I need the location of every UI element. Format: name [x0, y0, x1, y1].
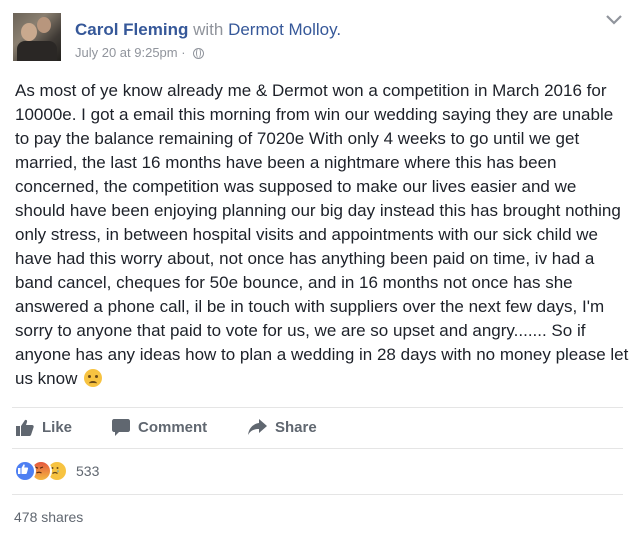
chevron-down-icon[interactable]: [605, 14, 623, 26]
comment-label: Comment: [138, 418, 208, 436]
post-card: Carol Fleming with Dermot Molloy. July 2…: [0, 0, 635, 534]
divider-middle: [12, 448, 623, 449]
sad-emoji-icon: [84, 369, 103, 387]
post-body: As most of ye know already me & Dermot w…: [15, 79, 631, 391]
author-avatar[interactable]: [13, 13, 61, 61]
like-label: Like: [42, 418, 73, 436]
timestamp-link[interactable]: July 20 at 9:25pm: [75, 45, 178, 60]
shares-count-link[interactable]: 478 shares: [14, 509, 83, 525]
meta-separator: ·: [181, 45, 186, 60]
share-arrow-icon: [248, 419, 267, 435]
with-text: with: [193, 20, 224, 39]
comment-button[interactable]: Comment: [112, 412, 207, 442]
divider-top: [12, 407, 623, 408]
divider-bottom: [12, 494, 623, 495]
post-header: Carol Fleming with Dermot Molloy.: [75, 20, 341, 40]
post-meta: July 20 at 9:25pm ·: [75, 45, 205, 60]
post-text: As most of ye know already me & Dermot w…: [15, 81, 629, 388]
share-label: Share: [275, 418, 317, 436]
thumbs-up-icon: [16, 419, 34, 436]
like-reaction-icon: [14, 460, 36, 482]
reaction-count[interactable]: 533: [76, 463, 99, 479]
share-button[interactable]: Share: [248, 412, 317, 442]
tagged-friend-link[interactable]: Dermot Molloy.: [228, 20, 341, 39]
like-button[interactable]: Like: [16, 412, 72, 442]
author-name-link[interactable]: Carol Fleming: [75, 20, 188, 39]
globe-icon[interactable]: [193, 48, 205, 59]
reactions-summary[interactable]: 533: [14, 460, 99, 482]
action-bar: Like Comment Share: [12, 412, 612, 442]
comment-icon: [112, 418, 130, 436]
